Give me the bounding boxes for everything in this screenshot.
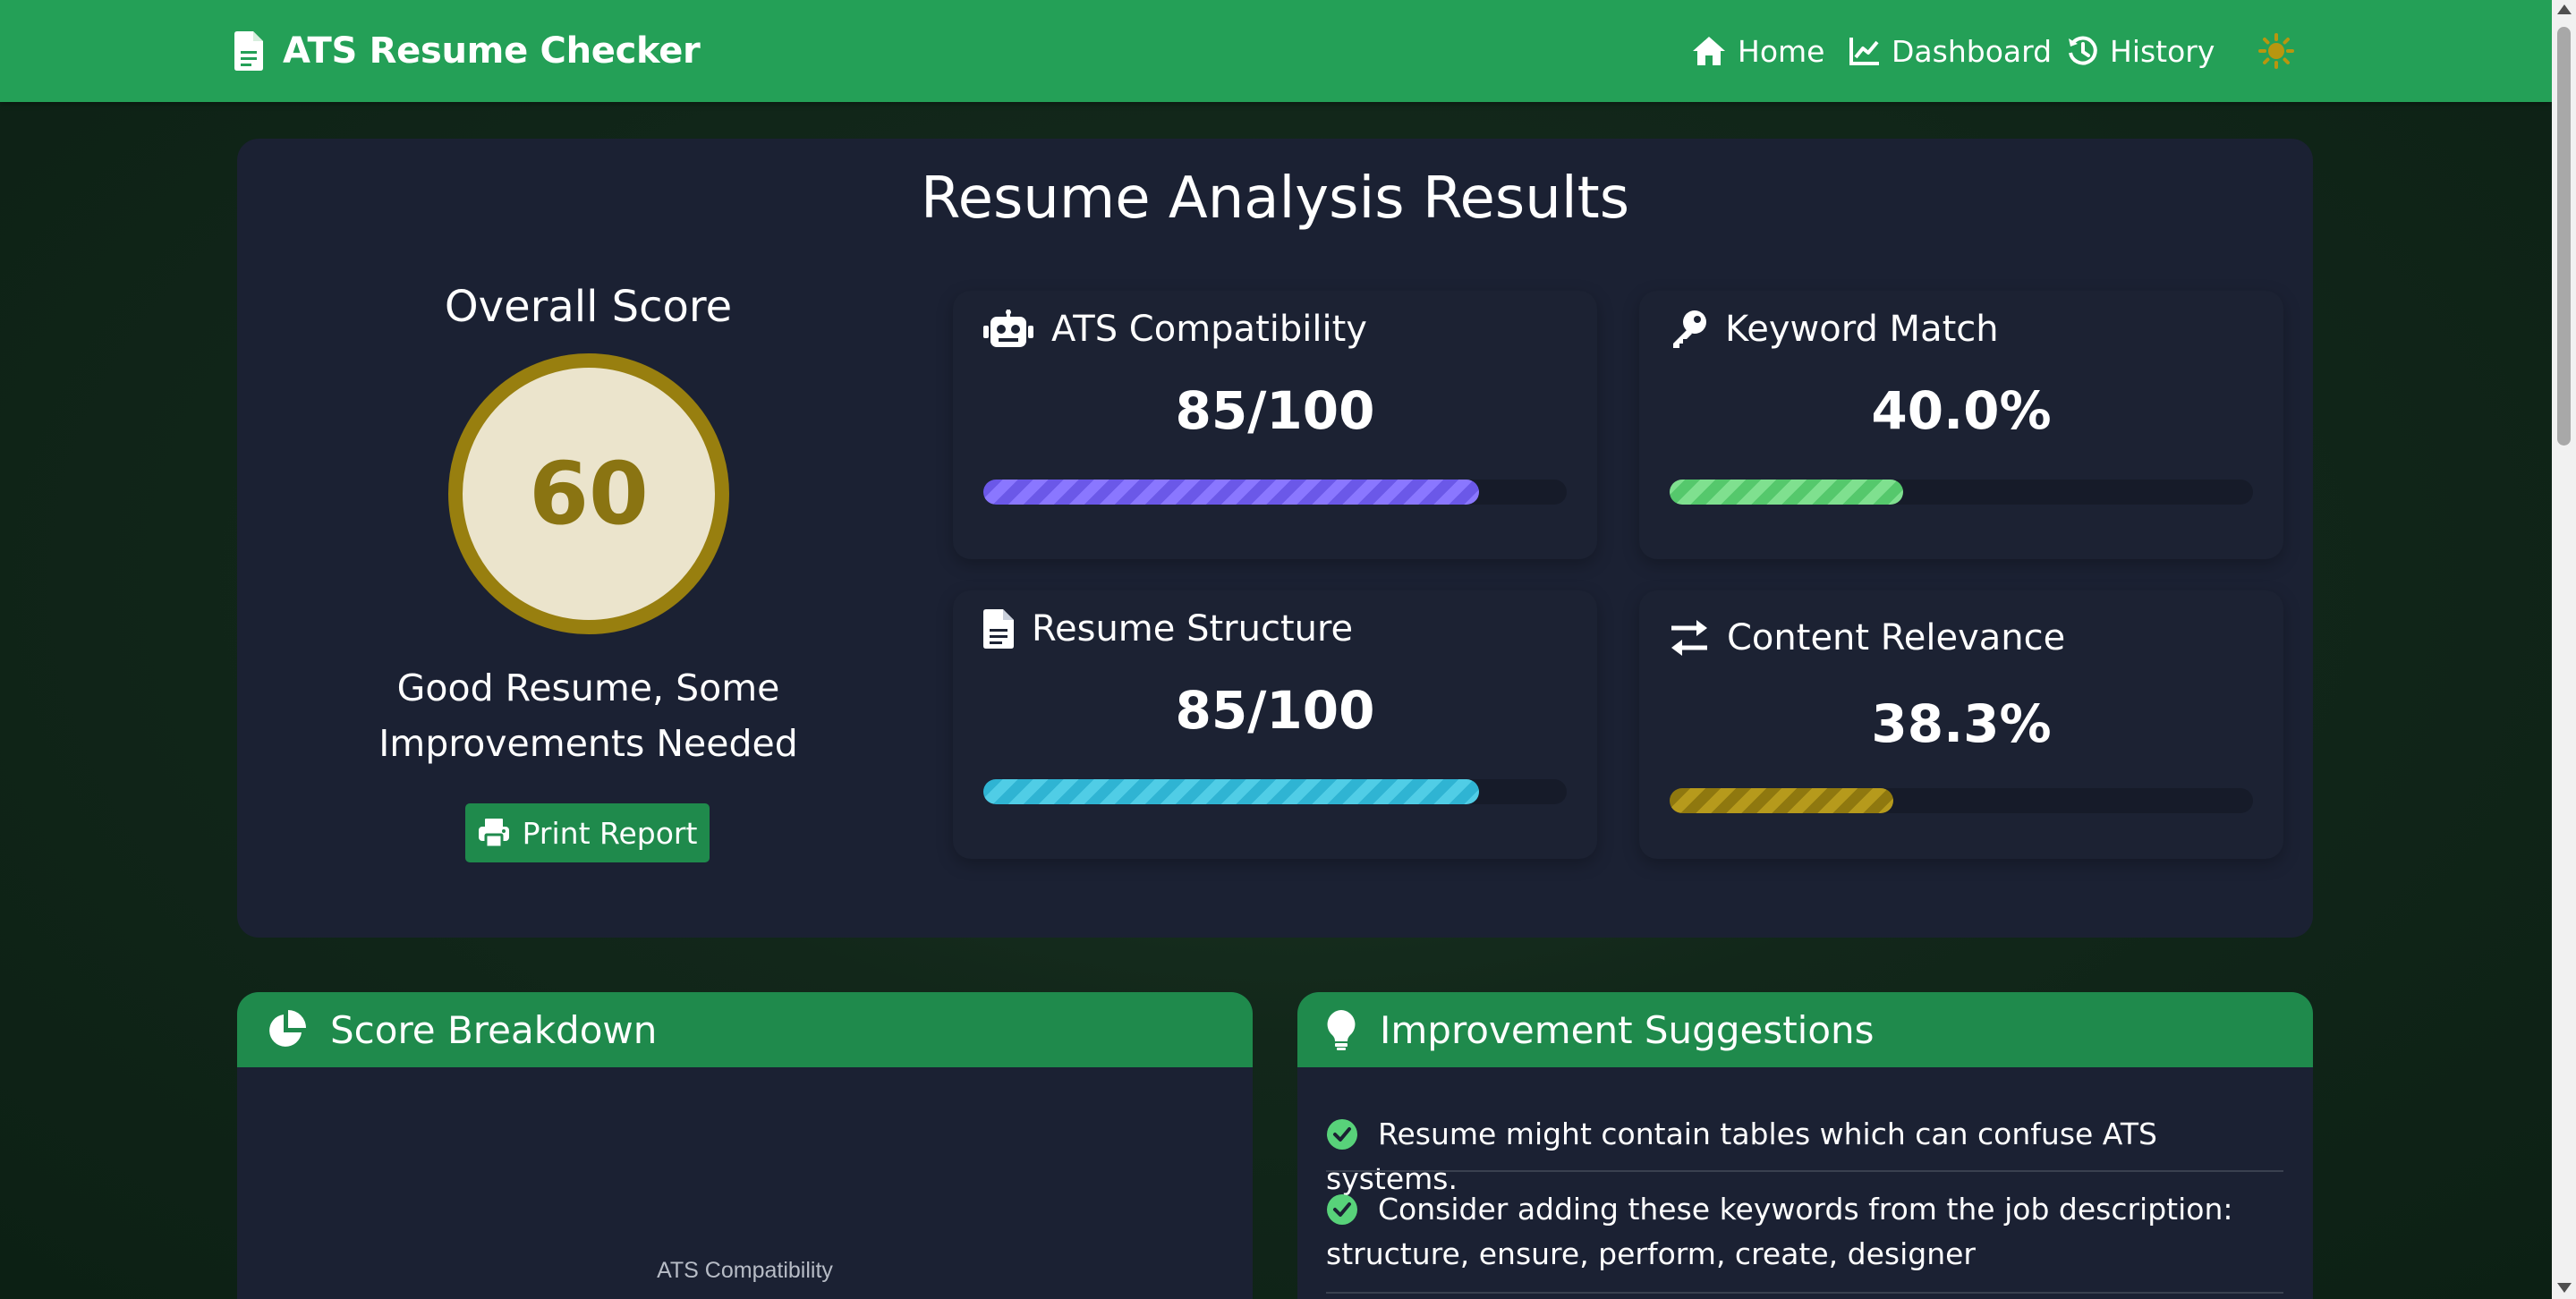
nav-history-label: History <box>2110 33 2215 69</box>
scroll-thumb[interactable] <box>2557 27 2571 446</box>
brand[interactable]: ATS Resume Checker <box>234 27 701 75</box>
nav-dashboard-label: Dashboard <box>1892 33 2053 69</box>
metric-ats-compatibility: ATS Compatibility 85/100 <box>953 291 1597 559</box>
history-icon <box>2069 36 2097 65</box>
score-breakdown-title: Score Breakdown <box>330 1007 658 1052</box>
score-breakdown-header: Score Breakdown <box>237 992 1253 1067</box>
nav-history[interactable]: History <box>2067 27 2215 75</box>
metric-relevance-label: Content Relevance <box>1727 617 2066 658</box>
metric-structure-value: 85/100 <box>1175 680 1375 741</box>
metric-structure-label: Resume Structure <box>1032 608 1354 650</box>
scroll-up-arrow[interactable] <box>2557 4 2572 14</box>
suggestion-item: Consider adding these keywords from the … <box>1326 1187 2283 1277</box>
metric-keyword-progress <box>1670 480 2253 505</box>
nav-dashboard[interactable]: Dashboard <box>1849 27 2052 75</box>
improvement-suggestions-title: Improvement Suggestions <box>1380 1007 1875 1052</box>
print-report-button[interactable]: Print Report <box>465 803 710 862</box>
page-scrollbar[interactable] <box>2552 0 2576 1299</box>
lightbulb-icon <box>1327 1010 1356 1050</box>
breakdown-chart-label: ATS Compatibility <box>657 1258 833 1283</box>
printer-icon <box>478 819 509 848</box>
score-verdict: Good Resume, Some Improvements Needed <box>378 666 798 765</box>
overall-score-label: Overall Score <box>444 282 733 332</box>
metric-ats-progress-fill <box>983 480 1480 505</box>
metric-structure-progress <box>983 779 1567 804</box>
scroll-down-arrow[interactable] <box>2557 1283 2572 1293</box>
metric-structure-progress-fill <box>983 779 1480 804</box>
results-title: Resume Analysis Results <box>920 166 1630 232</box>
metric-keyword-label: Keyword Match <box>1725 309 1999 350</box>
sun-icon <box>2258 33 2294 69</box>
nav-home-label: Home <box>1738 33 1825 69</box>
file-icon <box>234 31 263 71</box>
document-icon <box>983 609 1014 649</box>
check-circle-icon <box>1327 1119 1357 1150</box>
suggestion-text: Consider adding these keywords from the … <box>1326 1192 2233 1271</box>
exchange-icon <box>1671 620 1707 656</box>
metric-keyword-value: 40.0% <box>1871 380 2052 441</box>
line-chart-icon <box>1849 38 1879 65</box>
navbar: ATS Resume Checker Home Dashboard Histor… <box>0 0 2552 102</box>
metric-keyword-progress-fill <box>1670 480 1903 505</box>
score-breakdown-panel: Score Breakdown ATS Compatibility <box>237 992 1253 1299</box>
metric-keyword-match: Keyword Match 40.0% <box>1639 291 2283 559</box>
nav-home[interactable]: Home <box>1691 27 1824 75</box>
print-report-label: Print Report <box>522 815 698 851</box>
metric-relevance-progress-fill <box>1670 788 1893 813</box>
metric-content-relevance: Content Relevance 38.3% <box>1639 590 2283 859</box>
suggestion-divider <box>1326 1292 2283 1294</box>
metric-relevance-value: 38.3% <box>1871 693 2052 754</box>
pie-chart-icon <box>269 1010 306 1047</box>
metric-ats-progress <box>983 480 1567 505</box>
theme-toggle[interactable] <box>2258 33 2294 69</box>
brand-title: ATS Resume Checker <box>283 30 701 72</box>
metric-ats-value: 85/100 <box>1175 380 1375 441</box>
metric-resume-structure: Resume Structure 85/100 <box>953 590 1597 859</box>
improvement-suggestions-panel: Improvement Suggestions Resume might con… <box>1297 992 2313 1299</box>
improvement-suggestions-header: Improvement Suggestions <box>1297 992 2313 1067</box>
suggestion-divider <box>1326 1170 2283 1172</box>
check-circle-icon <box>1327 1194 1357 1225</box>
metric-relevance-progress <box>1670 788 2253 813</box>
home-icon <box>1693 37 1725 65</box>
results-card: Resume Analysis Results Overall Score 60… <box>237 139 2313 938</box>
metric-ats-label: ATS Compatibility <box>1051 309 1367 350</box>
overall-score-circle: 60 <box>448 353 729 634</box>
robot-icon <box>983 310 1033 347</box>
key-icon <box>1673 310 1706 348</box>
